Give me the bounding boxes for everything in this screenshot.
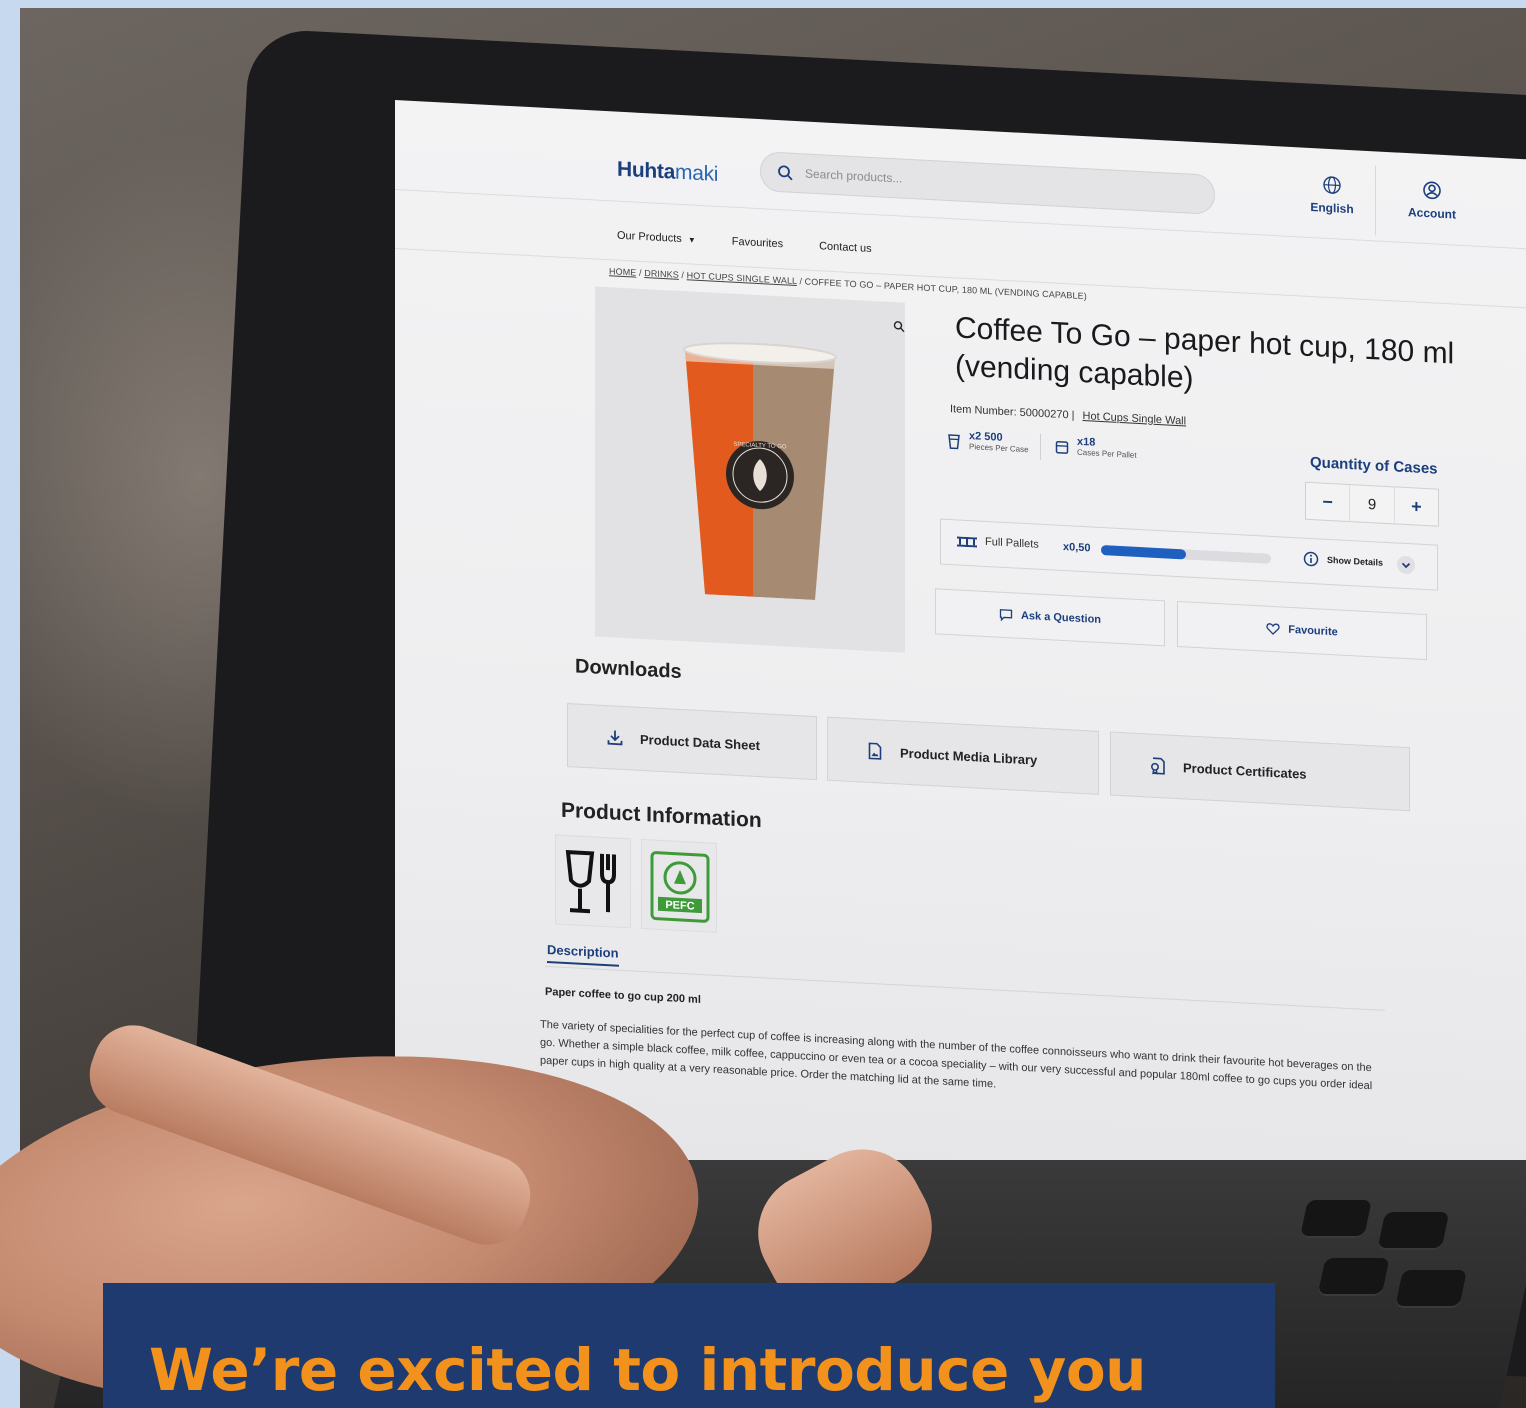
nav-our-products[interactable]: Our Products ▼ bbox=[617, 230, 696, 246]
pieces-per-case: x2 500 Pieces Per Case bbox=[947, 429, 1029, 454]
account-button[interactable]: Account bbox=[1395, 178, 1469, 222]
pieces-label: Pieces Per Case bbox=[969, 442, 1029, 455]
chevron-down-icon[interactable] bbox=[1397, 555, 1415, 575]
pallets-progress-bar bbox=[1101, 544, 1271, 564]
banner-headline: We’re excited to introduce you bbox=[149, 1336, 1146, 1404]
header-divider bbox=[1375, 165, 1376, 236]
pallets-amount: x0,50 bbox=[1063, 541, 1091, 555]
keycap bbox=[1394, 1270, 1467, 1308]
quantity-value[interactable]: 9 bbox=[1349, 485, 1395, 524]
huhtamaki-logo[interactable]: Huhtamaki bbox=[617, 158, 718, 187]
food-safe-badge bbox=[555, 834, 631, 929]
image-file-icon bbox=[868, 742, 882, 760]
glass-fork-icon bbox=[565, 849, 616, 914]
decrease-quantity-button[interactable]: − bbox=[1306, 483, 1349, 521]
product-title: Coffee To Go – paper hot cup, 180 ml (ve… bbox=[955, 311, 1455, 395]
info-icon[interactable] bbox=[1303, 551, 1319, 568]
keycap bbox=[1317, 1258, 1390, 1296]
product-page: Huhtamaki English Account Our Products▼ … bbox=[395, 100, 1526, 1220]
pefc-logo-icon: PEFC bbox=[650, 851, 710, 923]
box-icon bbox=[1055, 440, 1069, 454]
cup-icon bbox=[948, 434, 960, 450]
download-icon bbox=[607, 730, 623, 746]
account-label: Account bbox=[1408, 205, 1456, 222]
description-tab[interactable]: Description bbox=[547, 941, 619, 967]
product-information-heading: Product Information bbox=[561, 798, 762, 833]
product-media-library-button[interactable]: Product Media Library bbox=[827, 716, 1099, 795]
quantity-label: Quantity of Cases bbox=[1310, 453, 1438, 478]
pefc-badge: PEFC bbox=[641, 838, 717, 933]
quantity-stepper: − 9 + bbox=[1305, 481, 1439, 527]
category-link[interactable]: Hot Cups Single Wall bbox=[1083, 410, 1187, 427]
ask-question-label: Ask a Question bbox=[1020, 609, 1102, 627]
laptop-screen: Huhtamaki English Account Our Products▼ … bbox=[395, 100, 1526, 1220]
chevron-down-icon: ▼ bbox=[687, 235, 696, 245]
language-label: English bbox=[1310, 199, 1354, 217]
paper-cup-illustration: SPECIALTY TO GO bbox=[683, 342, 837, 602]
breadcrumb-current: COFFEE TO GO – PAPER HOT CUP, 180 ML (VE… bbox=[804, 276, 1087, 302]
description-body: The variety of specialities for the perf… bbox=[540, 1018, 1373, 1093]
pallets-label: Full Pallets bbox=[985, 535, 1039, 551]
show-details-link[interactable]: Show Details bbox=[1327, 555, 1383, 568]
ask-question-button[interactable]: Ask a Question bbox=[935, 588, 1165, 647]
downloads-heading: Downloads bbox=[575, 655, 682, 684]
chat-icon bbox=[999, 609, 1013, 622]
product-image[interactable]: SPECIALTY TO GO bbox=[595, 286, 905, 653]
breadcrumb-category[interactable]: HOT CUPS SINGLE WALL bbox=[687, 270, 797, 286]
search-input[interactable] bbox=[805, 166, 1165, 200]
heart-icon bbox=[1266, 623, 1280, 635]
keycap bbox=[1377, 1212, 1450, 1250]
keycap bbox=[1299, 1200, 1372, 1238]
certificate-icon bbox=[1150, 757, 1165, 775]
globe-icon bbox=[1323, 176, 1341, 194]
zoom-icon[interactable] bbox=[893, 320, 905, 333]
product-data-sheet-label: Product Data Sheet bbox=[640, 731, 760, 753]
pallet-icon bbox=[957, 536, 977, 548]
full-pallets-panel: Full Pallets x0,50 Show Details bbox=[940, 518, 1438, 591]
account-icon bbox=[1423, 181, 1441, 200]
item-number-text: Item Number: 50000270 | bbox=[950, 403, 1075, 422]
breadcrumb-separator: / bbox=[678, 269, 687, 281]
product-certificates-label: Product Certificates bbox=[1183, 759, 1307, 782]
spec-divider bbox=[1040, 433, 1041, 460]
nav-divider bbox=[395, 248, 1526, 309]
description-subtitle: Paper coffee to go cup 200 ml bbox=[545, 985, 701, 1007]
search-icon bbox=[778, 165, 793, 181]
main-nav: Our Products ▼ Favourites Contact us bbox=[617, 230, 872, 255]
product-media-library-label: Product Media Library bbox=[900, 744, 1038, 768]
breadcrumb-separator: / bbox=[796, 276, 805, 287]
breadcrumb-drinks[interactable]: DRINKS bbox=[644, 268, 679, 280]
cases-per-pallet: x18 Cases Per Pallet bbox=[1055, 435, 1137, 460]
nav-favourites[interactable]: Favourites bbox=[732, 236, 783, 251]
increase-quantity-button[interactable]: + bbox=[1395, 487, 1438, 525]
search-bar[interactable] bbox=[760, 151, 1215, 215]
favourite-label: Favourite bbox=[1288, 623, 1338, 639]
promo-banner: We’re excited to introduce you bbox=[103, 1283, 1275, 1408]
pefc-logo-text: PEFC bbox=[665, 899, 694, 913]
breadcrumb-home[interactable]: HOME bbox=[609, 266, 636, 277]
product-certificates-button[interactable]: Product Certificates bbox=[1110, 731, 1410, 812]
cases-label: Cases Per Pallet bbox=[1077, 447, 1137, 460]
pallets-progress-fill bbox=[1101, 544, 1186, 560]
favourite-button[interactable]: Favourite bbox=[1177, 600, 1427, 661]
product-data-sheet-button[interactable]: Product Data Sheet bbox=[567, 703, 817, 781]
language-selector[interactable]: English bbox=[1300, 173, 1364, 216]
nav-contact-us[interactable]: Contact us bbox=[819, 240, 872, 255]
item-number: Item Number: 50000270 | Hot Cups Single W… bbox=[950, 403, 1186, 427]
